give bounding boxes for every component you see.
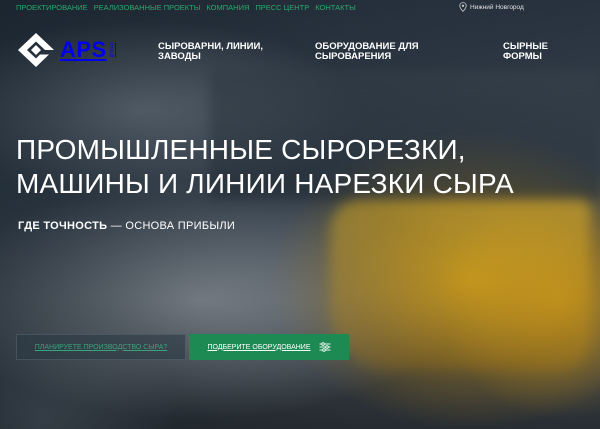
city-selector[interactable]: Нижний Новгород xyxy=(459,2,524,12)
aps-logo-mark xyxy=(18,33,54,67)
main-nav-cheese-molds-line2: ФОРМЫ xyxy=(503,51,542,62)
select-equipment-button[interactable]: ПОДБЕРИТЕ ОБОРУДОВАНИЕ xyxy=(189,334,349,360)
main-nav-cheese-molds[interactable]: СЫРНЫЕ ФОРМЫ xyxy=(503,42,548,62)
top-nav-company[interactable]: КОМПАНИЯ xyxy=(206,3,249,12)
logo-text: APS xyxy=(60,37,107,62)
main-nav-equipment[interactable]: ОБОРУДОВАНИЕ ДЛЯ СЫРОВАРЕНИЯ xyxy=(315,42,419,62)
top-nav-projects[interactable]: РЕАЛИЗОВАННЫЕ ПРОЕКТЫ xyxy=(94,3,201,12)
hero-title: ПРОМЫШЛЕННЫЕ СЫРОРЕЗКИ, МАШИНЫ И ЛИНИИ Н… xyxy=(16,133,576,201)
plan-production-button[interactable]: ПЛАНИРУЕТЕ ПРОИЗВОДСТВО СЫРА? xyxy=(16,334,186,360)
hero-title-line1: ПРОМЫШЛЕННЫЕ СЫРОРЕЗКИ, xyxy=(16,134,466,165)
hero-subtitle-bold: ГДЕ ТОЧНОСТЬ xyxy=(18,220,108,232)
main-nav-cheese-factories-line2: ЗАВОДЫ xyxy=(158,51,201,62)
logo[interactable]: APS group xyxy=(16,32,115,68)
hero-subtitle-rest: — ОСНОВА ПРИБЫЛИ xyxy=(107,220,236,232)
city-name: Нижний Новгород xyxy=(470,3,524,11)
main-nav-equipment-line2: СЫРОВАРЕНИЯ xyxy=(315,51,392,62)
hero-subtitle: ГДЕ ТОЧНОСТЬ — ОСНОВА ПРИБЫЛИ xyxy=(18,220,235,232)
hero-title-line2: МАШИНЫ И ЛИНИИ НАРЕЗКИ СЫРА xyxy=(16,168,514,199)
main-nav-cheese-factories[interactable]: СЫРОВАРНИ, ЛИНИИ, ЗАВОДЫ xyxy=(158,42,263,62)
top-nav-press[interactable]: ПРЕСС ЦЕНТР xyxy=(255,3,309,12)
plan-production-label: ПЛАНИРУЕТЕ ПРОИЗВОДСТВО СЫРА? xyxy=(34,343,168,351)
filter-sliders-icon xyxy=(319,342,330,352)
top-nav-contacts[interactable]: КОНТАКТЫ xyxy=(315,3,355,12)
logo-subtext: group xyxy=(108,42,115,58)
select-equipment-label: ПОДБЕРИТЕ ОБОРУДОВАНИЕ xyxy=(207,343,311,351)
top-nav: ПРОЕКТИРОВАНИЕ РЕАЛИЗОВАННЫЕ ПРОЕКТЫ КОМ… xyxy=(16,3,356,12)
location-pin-icon xyxy=(459,2,467,12)
top-nav-design[interactable]: ПРОЕКТИРОВАНИЕ xyxy=(16,3,88,12)
